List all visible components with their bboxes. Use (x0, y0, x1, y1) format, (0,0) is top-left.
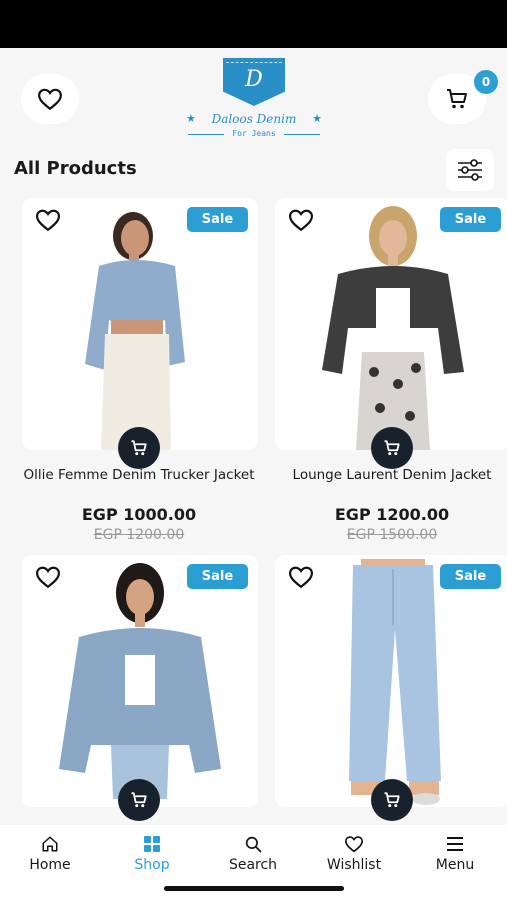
nav-label: Shop (134, 857, 170, 873)
product-price: EGP 1200.00 (334, 505, 450, 524)
nav-search[interactable]: Search (203, 835, 303, 873)
product-card[interactable]: Sale (275, 555, 507, 807)
nav-home[interactable]: Home (0, 835, 100, 873)
logo-name: Daloos Denim (211, 112, 297, 126)
product-card[interactable]: Sale (22, 198, 258, 450)
search-icon (245, 836, 262, 853)
nav-menu[interactable]: Menu (405, 835, 505, 873)
product-card[interactable]: Sale (275, 198, 507, 450)
product-name[interactable]: Lounge Laurent Denim Jacket (267, 466, 507, 485)
sale-badge: Sale (440, 207, 501, 232)
cart-icon (384, 792, 400, 808)
nav-label: Search (228, 857, 278, 873)
add-to-cart-button[interactable] (371, 427, 413, 469)
logo-pocket: D (223, 58, 285, 106)
cart-icon (131, 792, 147, 808)
product-image (349, 559, 441, 805)
product-name[interactable]: Ollie Femme Denim Trucker Jacket (14, 466, 264, 485)
heart-icon[interactable] (34, 565, 62, 589)
cart-count-badge: 0 (474, 70, 498, 94)
nav-label: Home (29, 857, 71, 873)
home-indicator (164, 886, 344, 891)
menu-icon (447, 837, 463, 851)
add-to-cart-button[interactable] (371, 779, 413, 821)
sliders-icon (458, 159, 482, 181)
sale-badge: Sale (187, 564, 248, 589)
product-old-price: EGP 1200.00 (93, 527, 185, 543)
cart-icon (384, 440, 400, 456)
add-to-cart-button[interactable] (118, 779, 160, 821)
status-bar (0, 0, 507, 48)
product-card[interactable]: Sale (22, 555, 258, 807)
brand-logo[interactable]: D ★ Daloos Denim ★ For Jeans (184, 58, 324, 142)
star-icon: ★ (312, 112, 322, 125)
product-old-price: EGP 1500.00 (346, 527, 438, 543)
nav-wishlist[interactable]: Wishlist (304, 835, 404, 873)
heart-icon (38, 88, 62, 111)
grid-icon (144, 836, 160, 852)
product-image (322, 206, 464, 450)
sale-badge: Sale (187, 207, 248, 232)
nav-label: Menu (435, 857, 475, 873)
product-image (85, 212, 185, 450)
heart-icon (344, 836, 364, 853)
heart-icon[interactable] (287, 208, 315, 232)
page-title: All Products (14, 158, 137, 179)
product-price: EGP 1000.00 (81, 505, 197, 524)
sale-badge: Sale (440, 564, 501, 589)
heart-icon[interactable] (287, 565, 315, 589)
add-to-cart-button[interactable] (118, 427, 160, 469)
cart-icon (131, 440, 147, 456)
app-header: D ★ Daloos Denim ★ For Jeans 0 (0, 48, 507, 148)
wishlist-button[interactable] (21, 74, 79, 124)
heart-icon[interactable] (34, 208, 62, 232)
home-icon (42, 836, 58, 852)
filter-button[interactable] (446, 149, 494, 191)
nav-shop[interactable]: Shop (102, 835, 202, 873)
nav-label: Wishlist (326, 857, 382, 873)
cart-icon (447, 89, 467, 109)
product-image (59, 563, 221, 799)
